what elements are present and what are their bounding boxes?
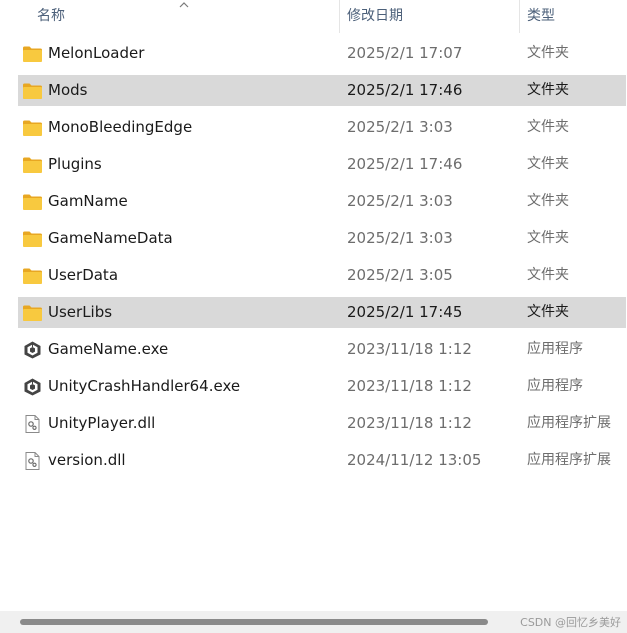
column-divider[interactable]: [519, 0, 520, 33]
file-name: MelonLoader: [48, 44, 145, 62]
unity-exe-icon: [22, 341, 43, 359]
file-type: 文件夹: [527, 156, 569, 172]
scrollbar-thumb[interactable]: [20, 619, 488, 625]
file-type: 文件夹: [527, 304, 569, 320]
folder-icon: [22, 156, 43, 174]
file-type: 文件夹: [527, 193, 569, 209]
file-name: UnityPlayer.dll: [48, 414, 156, 432]
file-name: Plugins: [48, 155, 102, 173]
file-name: GameNameData: [48, 229, 173, 247]
folder-icon: [22, 193, 43, 211]
file-row[interactable]: Plugins 2025/2/1 17:46 文件夹: [18, 149, 626, 180]
folder-icon: [22, 304, 43, 322]
column-header-bar: 名称 修改日期 类型: [0, 0, 627, 33]
dll-file-icon: [22, 415, 43, 433]
column-header-date[interactable]: 修改日期: [347, 0, 403, 33]
file-type: 应用程序: [527, 341, 583, 357]
file-name: MonoBleedingEdge: [48, 118, 193, 136]
column-header-type[interactable]: 类型: [527, 0, 555, 33]
file-row[interactable]: UnityCrashHandler64.exe 2023/11/18 1:12 应用…: [18, 371, 626, 402]
folder-icon: [22, 267, 43, 285]
dll-file-icon: [22, 452, 43, 470]
file-type: 文件夹: [527, 82, 569, 98]
file-modified-date: 2025/2/1 3:03: [347, 229, 453, 247]
file-row[interactable]: MelonLoader 2025/2/1 17:07 文件夹: [18, 38, 626, 69]
file-type: 文件夹: [527, 119, 569, 135]
file-row[interactable]: version.dll 2024/11/12 13:05 应用程序扩展: [18, 445, 626, 476]
file-name: Mods: [48, 81, 88, 99]
unity-exe-icon: [22, 378, 43, 396]
file-name: GamName: [48, 192, 128, 210]
file-type: 应用程序扩展: [527, 415, 611, 431]
file-modified-date: 2025/2/1 3:05: [347, 266, 453, 284]
file-row[interactable]: UserLibs 2025/2/1 17:45 文件夹: [18, 297, 626, 328]
file-modified-date: 2025/2/1 17:46: [347, 81, 463, 99]
folder-icon: [22, 119, 43, 137]
file-type: 文件夹: [527, 267, 569, 283]
file-name: UnityCrashHandler64.exe: [48, 377, 241, 395]
column-header-name[interactable]: 名称: [37, 0, 65, 33]
file-modified-date: 2023/11/18 1:12: [347, 377, 472, 395]
sort-ascending-icon: [179, 2, 189, 8]
file-row[interactable]: MonoBleedingEdge 2025/2/1 3:03 文件夹: [18, 112, 626, 143]
file-row[interactable]: Mods 2025/2/1 17:46 文件夹: [18, 75, 626, 106]
watermark-text: CSDN @回忆乡美好: [520, 616, 621, 629]
folder-icon: [22, 82, 43, 100]
file-row[interactable]: GameNameData 2025/2/1 3:03 文件夹: [18, 223, 626, 254]
file-row[interactable]: GameName.exe 2023/11/18 1:12 应用程序: [18, 334, 626, 365]
file-modified-date: 2024/11/12 13:05: [347, 451, 482, 469]
file-name: version.dll: [48, 451, 126, 469]
file-row[interactable]: GamName 2025/2/1 3:03 文件夹: [18, 186, 626, 217]
file-modified-date: 2023/11/18 1:12: [347, 414, 472, 432]
file-type: 文件夹: [527, 45, 569, 61]
file-row[interactable]: UserData 2025/2/1 3:05 文件夹: [18, 260, 626, 291]
file-modified-date: 2025/2/1 17:46: [347, 155, 463, 173]
file-name: UserData: [48, 266, 119, 284]
file-modified-date: 2025/2/1 17:45: [347, 303, 463, 321]
file-modified-date: 2025/2/1 3:03: [347, 118, 453, 136]
file-explorer-window: 名称 修改日期 类型 MelonLoader 2025/2/1 17:07 文件夹 M…: [0, 0, 627, 633]
file-name: UserLibs: [48, 303, 113, 321]
file-modified-date: 2025/2/1 17:07: [347, 44, 463, 62]
file-row[interactable]: UnityPlayer.dll 2023/11/18 1:12 应用程序扩展: [18, 408, 626, 439]
column-divider[interactable]: [339, 0, 340, 33]
folder-icon: [22, 45, 43, 63]
file-type: 应用程序: [527, 378, 583, 394]
file-modified-date: 2025/2/1 3:03: [347, 192, 453, 210]
file-name: GameName.exe: [48, 340, 169, 358]
file-modified-date: 2023/11/18 1:12: [347, 340, 472, 358]
file-type: 文件夹: [527, 230, 569, 246]
file-type: 应用程序扩展: [527, 452, 611, 468]
folder-icon: [22, 230, 43, 248]
